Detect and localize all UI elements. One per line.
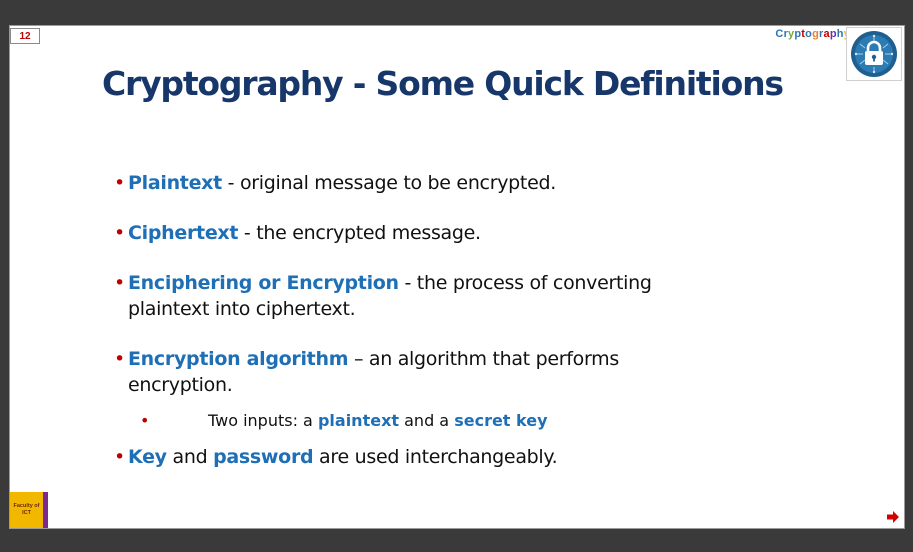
bullet-dot: • (114, 172, 125, 194)
bullet-dot: • (114, 348, 125, 370)
bullet-encryption-algorithm: • Encryption algorithm – an algorithm th… (114, 346, 714, 398)
faculty-logo: Faculty of ICT (10, 492, 48, 528)
slide: 12 Cryptography Cryptography - Some Quic… (9, 25, 905, 529)
term-plaintext: plaintext (317, 411, 400, 430)
bullet-encryption: • Enciphering or Encryption - the proces… (114, 270, 714, 322)
term-plaintext: Plaintext (128, 172, 222, 194)
term-encryption-algorithm: Encryption algorithm (128, 348, 349, 370)
course-logo (846, 27, 902, 81)
padlock-circuit-icon (851, 31, 897, 77)
bullet-ciphertext: • Ciphertext - the encrypted message. (114, 220, 714, 246)
definition-text: are used interchangeably. (313, 446, 558, 468)
brand-letter: g (812, 28, 820, 40)
sub-text: Two inputs: a (208, 411, 318, 430)
brand-wordmark: Cryptography (775, 28, 850, 40)
bullet-plaintext: • Plaintext - original message to be enc… (114, 170, 714, 196)
definition-text: - original message to be encrypted. (221, 172, 557, 194)
definition-text: and (166, 446, 214, 468)
term-encryption: Enciphering or Encryption (128, 272, 399, 294)
brand-letter: p (829, 28, 837, 40)
term-key: Key (128, 446, 167, 468)
bullet-dot: • (114, 446, 125, 468)
term-ciphertext: Ciphertext (128, 222, 239, 244)
bullet-key-password: • Key and password are used interchangea… (114, 444, 714, 470)
brand-letter: h (836, 28, 844, 40)
slide-title: Cryptography - Some Quick Definitions (102, 64, 784, 103)
sub-text: and a (399, 411, 455, 430)
definition-text: - the encrypted message. (238, 222, 481, 244)
brand-letter: C (775, 28, 784, 40)
bullet-dot: • (114, 222, 125, 244)
term-secret-key: secret key (454, 411, 548, 430)
brand-letter: o (805, 28, 813, 40)
brand-letter: p (794, 28, 802, 40)
bullet-dot: • (140, 411, 150, 430)
term-password: password (213, 446, 314, 468)
sub-bullet-inputs: • Two inputs: a plaintext and a secret k… (114, 410, 714, 432)
next-arrow-icon[interactable] (886, 510, 900, 524)
bullet-dot: • (114, 272, 125, 294)
definitions-list: • Plaintext - original message to be enc… (114, 170, 714, 494)
slide-number: 12 (10, 28, 40, 44)
